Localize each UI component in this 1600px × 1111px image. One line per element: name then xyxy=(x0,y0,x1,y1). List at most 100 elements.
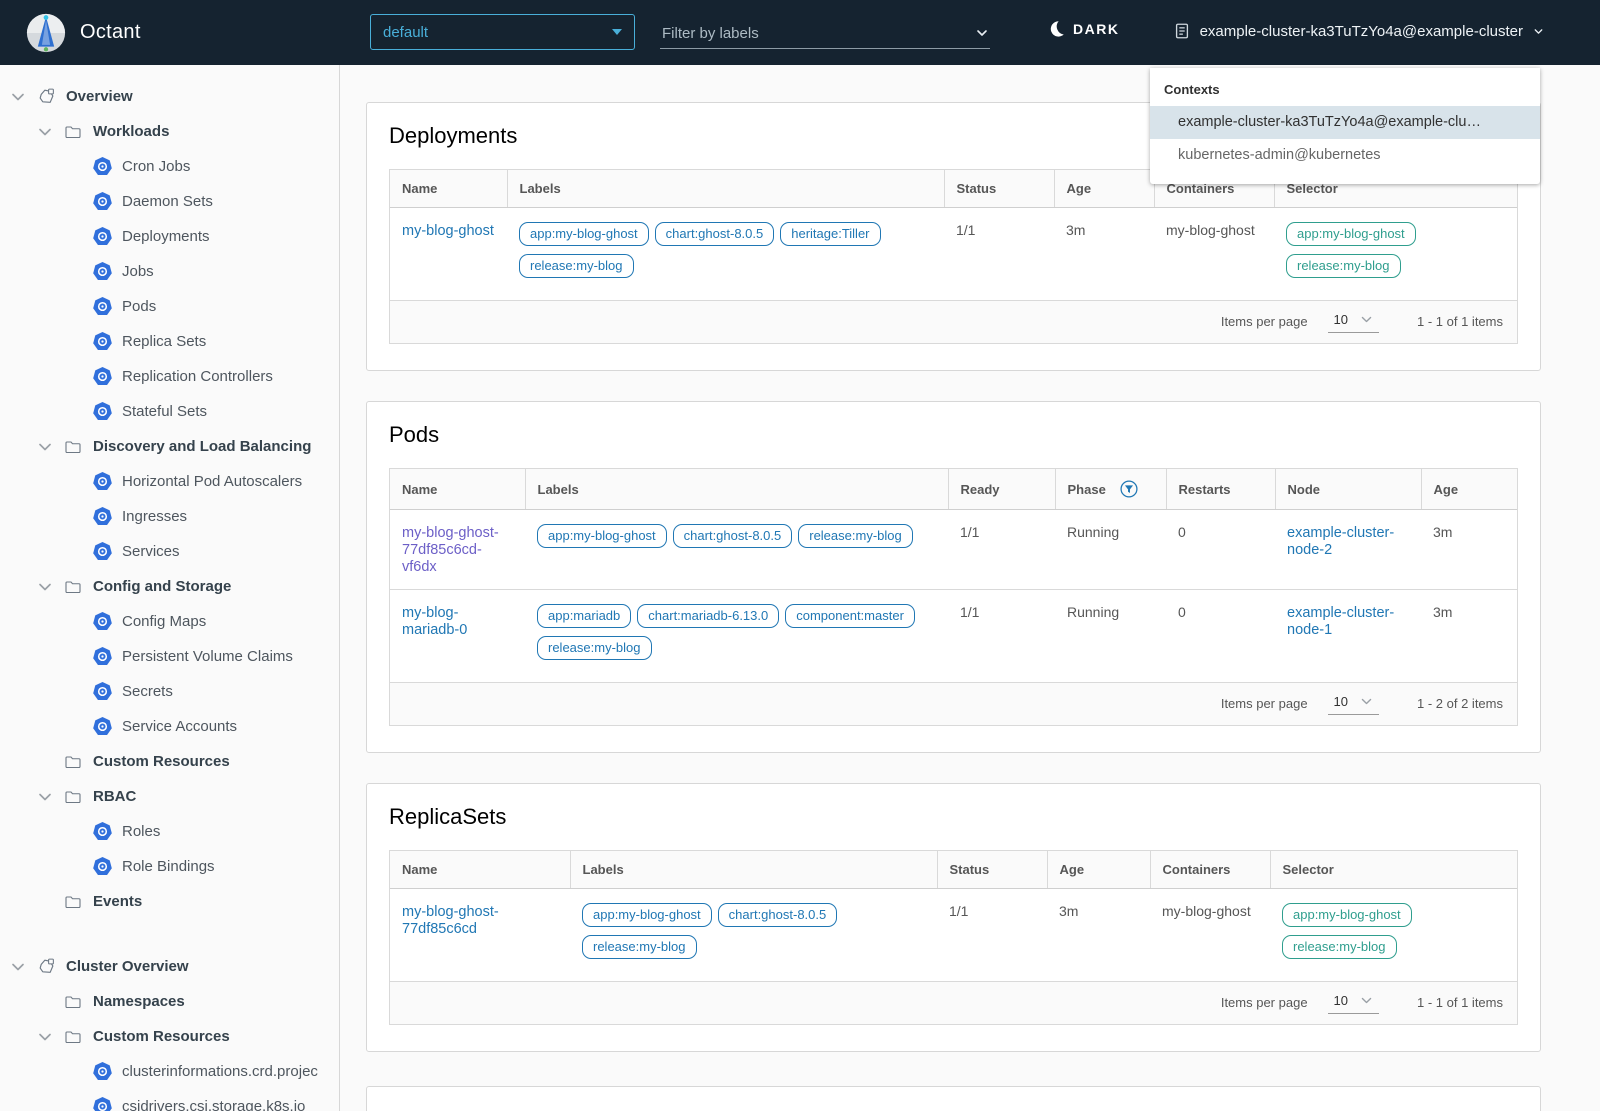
sidebar-item-custom-resources[interactable]: Custom Resources xyxy=(0,744,339,779)
label-pill[interactable]: app:my-blog-ghost xyxy=(519,222,649,246)
label-pill[interactable]: release:my-blog xyxy=(582,935,697,959)
age-cell: 3m xyxy=(1054,207,1154,301)
node-link[interactable]: example-cluster-node-1 xyxy=(1287,605,1394,638)
label-pill[interactable]: app:mariadb xyxy=(537,604,632,628)
folder-icon xyxy=(63,122,83,142)
sidebar-item-roles[interactable]: Roles xyxy=(0,814,339,849)
deployments-table: Name Labels Status Age Containers Select… xyxy=(389,169,1518,344)
sidebar-item-service-accounts[interactable]: Service Accounts xyxy=(0,709,339,744)
sidebar-item-rbac[interactable]: RBAC xyxy=(0,779,339,814)
label-pill[interactable]: heritage:Tiller xyxy=(780,222,881,246)
folder-icon xyxy=(63,787,83,807)
column-header-age: Age xyxy=(1420,469,1517,510)
table-row: my-blog-ghost-77df85c6cd-vf6dx app:my-bl… xyxy=(390,509,1517,590)
column-header-status: Status xyxy=(943,170,1054,208)
context-menu-item[interactable]: kubernetes-admin@kubernetes xyxy=(1150,139,1540,172)
pod-name-link[interactable]: my-blog-ghost-77df85c6cd-vf6dx xyxy=(402,525,499,575)
label-pill[interactable]: chart:ghost-8.0.5 xyxy=(654,222,775,246)
pods-section: Pods Name Labels Ready Phase Restarts No… xyxy=(366,401,1541,753)
sidebar-item-cluster-custom-resources[interactable]: Custom Resources xyxy=(0,1019,339,1054)
sidebar-item-config-and-storage[interactable]: Config and Storage xyxy=(0,569,339,604)
daemonset-icon xyxy=(92,192,112,212)
chevron-down-icon[interactable] xyxy=(10,959,26,975)
restarts-cell: 0 xyxy=(1166,589,1275,683)
sidebar-item-events[interactable]: Events xyxy=(0,884,339,919)
label-pill[interactable]: chart:ghost-8.0.5 xyxy=(672,524,793,548)
chevron-down-icon[interactable] xyxy=(974,25,990,41)
chevron-down-icon[interactable] xyxy=(37,789,53,805)
configmap-icon xyxy=(92,612,112,632)
replicasets-section: ReplicaSets Name Labels Status Age Conta… xyxy=(366,783,1541,1052)
sidebar-item-cron-jobs[interactable]: Cron Jobs xyxy=(0,149,339,184)
sidebar-item-overview[interactable]: Overview xyxy=(0,79,339,114)
folder-icon xyxy=(63,1027,83,1047)
label-pill[interactable]: app:my-blog-ghost xyxy=(537,524,667,548)
page-size-select[interactable]: 10 xyxy=(1327,692,1380,715)
sidebar-item-pods[interactable]: Pods xyxy=(0,289,339,324)
sidebar-item-deployments[interactable]: Deployments xyxy=(0,219,339,254)
selector-pill[interactable]: release:my-blog xyxy=(1282,935,1397,959)
label-pill[interactable]: release:my-blog xyxy=(519,254,634,278)
pagination-range: 1 - 1 of 1 items xyxy=(1417,314,1503,329)
context-selector[interactable]: example-cluster-ka3TuTzYo4a@example-clus… xyxy=(1173,22,1545,40)
chevron-down-icon xyxy=(1532,25,1545,38)
page-size-select[interactable]: 10 xyxy=(1327,991,1380,1014)
chevron-down-icon[interactable] xyxy=(37,439,53,455)
containers-cell: my-blog-ghost xyxy=(1154,207,1274,301)
sidebar-item-stateful-sets[interactable]: Stateful Sets xyxy=(0,394,339,429)
sidebar-item-workloads[interactable]: Workloads xyxy=(0,114,339,149)
chevron-down-icon xyxy=(1360,695,1373,708)
chevron-down-icon[interactable] xyxy=(37,1029,53,1045)
label-pill[interactable]: chart:ghost-8.0.5 xyxy=(717,903,838,927)
sidebar-item-clusterinformations-crd[interactable]: clusterinformations.crd.projec xyxy=(0,1054,339,1089)
sidebar-item-jobs[interactable]: Jobs xyxy=(0,254,339,289)
deployment-name-link[interactable]: my-blog-ghost xyxy=(402,223,494,239)
context-menu-item-selected[interactable]: example-cluster-ka3TuTzYo4a@example-clu… xyxy=(1150,106,1540,139)
column-header-age: Age xyxy=(1046,851,1150,889)
node-link[interactable]: example-cluster-node-2 xyxy=(1287,525,1394,558)
replicaset-name-link[interactable]: my-blog-ghost-77df85c6cd xyxy=(402,904,499,937)
sidebar-item-csidrivers-crd[interactable]: csidrivers.csi.storage.k8s.io xyxy=(0,1089,339,1111)
selector-pill[interactable]: release:my-blog xyxy=(1286,254,1401,278)
column-header-status: Status xyxy=(936,851,1047,889)
chevron-down-icon[interactable] xyxy=(37,124,53,140)
filter-by-labels-input[interactable] xyxy=(660,23,944,43)
sidebar-item-daemon-sets[interactable]: Daemon Sets xyxy=(0,184,339,219)
dark-mode-toggle[interactable]: DARK xyxy=(1048,20,1119,37)
pod-name-link[interactable]: my-blog-mariadb-0 xyxy=(402,605,467,638)
sidebar-item-services[interactable]: Services xyxy=(0,534,339,569)
chevron-down-icon[interactable] xyxy=(10,89,26,105)
label-pill[interactable]: chart:mariadb-6.13.0 xyxy=(637,604,780,628)
sidebar-item-discovery-and-load-balancing[interactable]: Discovery and Load Balancing xyxy=(0,429,339,464)
label-pill[interactable]: release:my-blog xyxy=(798,524,913,548)
selector-pill[interactable]: app:my-blog-ghost xyxy=(1286,222,1416,246)
phase-filter-icon[interactable] xyxy=(1120,480,1138,498)
sidebar-item-namespaces[interactable]: Namespaces xyxy=(0,984,339,1019)
sidebar-item-cluster-overview[interactable]: Cluster Overview xyxy=(0,949,339,984)
sidebar-item-secrets[interactable]: Secrets xyxy=(0,674,339,709)
replicasets-table: Name Labels Status Age Containers Select… xyxy=(389,850,1518,1025)
sidebar-item-replica-sets[interactable]: Replica Sets xyxy=(0,324,339,359)
chevron-down-icon[interactable] xyxy=(37,579,53,595)
dark-mode-label: DARK xyxy=(1073,20,1120,37)
label-pill[interactable]: release:my-blog xyxy=(537,636,652,660)
pod-icon xyxy=(92,297,112,317)
sidebar-item-role-bindings[interactable]: Role Bindings xyxy=(0,849,339,884)
sidebar-item-ingresses[interactable]: Ingresses xyxy=(0,499,339,534)
column-header-labels: Labels xyxy=(524,469,948,510)
label-pill[interactable]: component:master xyxy=(785,604,915,628)
sidebar-item-config-maps[interactable]: Config Maps xyxy=(0,604,339,639)
label-pill[interactable]: app:my-blog-ghost xyxy=(582,903,712,927)
sidebar: Overview Workloads Cron Jobs Daemon Sets… xyxy=(0,65,340,1111)
sidebar-item-persistent-volume-claims[interactable]: Persistent Volume Claims xyxy=(0,639,339,674)
sidebar-item-horizontal-pod-autoscalers[interactable]: Horizontal Pod Autoscalers xyxy=(0,464,339,499)
page-size-select[interactable]: 10 xyxy=(1327,310,1380,333)
phase-cell: Running xyxy=(1055,509,1166,590)
sidebar-item-replication-controllers[interactable]: Replication Controllers xyxy=(0,359,339,394)
cronjob-icon xyxy=(92,157,112,177)
pods-section-title: Pods xyxy=(389,422,440,447)
column-header-name: Name xyxy=(390,851,570,889)
selector-pill[interactable]: app:my-blog-ghost xyxy=(1282,903,1412,927)
octant-logo-icon xyxy=(26,13,66,53)
namespace-select[interactable]: default xyxy=(370,14,635,50)
